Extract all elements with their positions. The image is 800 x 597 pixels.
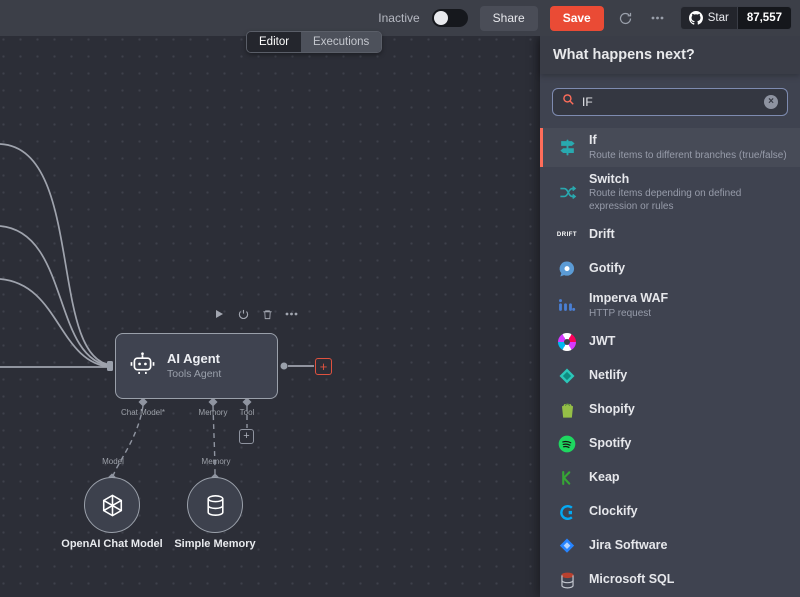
gotify-icon: [556, 258, 578, 280]
node-list: If Route items to different branches (tr…: [540, 126, 800, 597]
node-item-jwt[interactable]: JWT: [540, 325, 800, 359]
node-item-shopify[interactable]: Shopify: [540, 393, 800, 427]
drift-icon: DRIFT: [556, 224, 578, 246]
panel-title: What happens next?: [553, 47, 695, 63]
port-label-chat-model: Chat Model*: [103, 408, 183, 417]
trash-icon[interactable]: [260, 307, 274, 321]
active-toggle[interactable]: [432, 9, 468, 27]
ai-agent-node[interactable]: AI Agent Tools Agent: [115, 333, 278, 399]
node-item-gotify[interactable]: Gotify: [540, 252, 800, 286]
add-tool-button[interactable]: +: [239, 429, 254, 444]
agent-node-title: AI Agent: [167, 351, 221, 367]
shopify-icon: [556, 399, 578, 421]
toggle-knob: [434, 11, 448, 25]
share-button[interactable]: Share: [480, 6, 538, 31]
node-item-keap[interactable]: Keap: [540, 461, 800, 495]
if-icon: [556, 137, 578, 159]
simple-memory-node[interactable]: [187, 477, 243, 533]
node-item-switch[interactable]: Switch Route items depending on defined …: [540, 167, 800, 218]
link-label-memory: Memory: [186, 457, 246, 466]
github-star-button[interactable]: Star: [681, 7, 737, 29]
openai-chat-model-node[interactable]: [84, 477, 140, 533]
node-item-netlify[interactable]: Netlify: [540, 359, 800, 393]
add-next-node-button[interactable]: +: [315, 358, 332, 375]
node-item-microsoft-sql[interactable]: Microsoft SQL: [540, 563, 800, 597]
search-box: ×: [552, 88, 788, 116]
tab-editor[interactable]: Editor: [247, 32, 301, 52]
jwt-icon: [556, 331, 578, 353]
keap-icon: [556, 467, 578, 489]
clockify-icon: [556, 501, 578, 523]
microsoft-sql-icon: [556, 569, 578, 591]
node-toolbar: [212, 307, 298, 321]
node-item-jira-software[interactable]: Jira Software: [540, 529, 800, 563]
node-item-spotify[interactable]: Spotify: [540, 427, 800, 461]
memory-node-label: Simple Memory: [155, 538, 275, 550]
clear-search-icon[interactable]: ×: [764, 95, 778, 109]
node-picker-panel: What happens next? × If Route items to d…: [540, 36, 800, 597]
tab-executions[interactable]: Executions: [301, 32, 381, 52]
search-area: ×: [540, 74, 800, 126]
openai-icon: [99, 492, 126, 519]
workflow-status-label: Inactive: [378, 11, 419, 25]
agent-node-subtitle: Tools Agent: [167, 368, 221, 381]
search-icon: [562, 93, 575, 111]
robot-icon: [129, 350, 156, 382]
workflow-canvas[interactable]: AI Agent Tools Agent + + Chat Model* Mem…: [0, 36, 540, 597]
panel-header: What happens next?: [540, 36, 800, 74]
link-label-model: Model: [83, 457, 143, 466]
save-button[interactable]: Save: [550, 6, 604, 31]
power-icon[interactable]: [236, 307, 250, 321]
port-label-tool: Tool: [227, 408, 267, 417]
history-icon[interactable]: [616, 8, 636, 28]
view-tabs: Editor Executions: [246, 31, 382, 53]
jira-icon: [556, 535, 578, 557]
github-icon: [689, 11, 703, 25]
node-item-imperva-waf[interactable]: Imperva WAF HTTP request: [540, 286, 800, 325]
play-icon[interactable]: [212, 307, 226, 321]
netlify-icon: [556, 365, 578, 387]
spotify-icon: [556, 433, 578, 455]
search-input[interactable]: [582, 95, 757, 109]
top-bar: Inactive Share Save Star 87,557: [0, 0, 800, 36]
node-more-icon[interactable]: [284, 307, 298, 321]
node-item-clockify[interactable]: Clockify: [540, 495, 800, 529]
node-item-if[interactable]: If Route items to different branches (tr…: [540, 128, 800, 167]
node-item-drift[interactable]: DRIFT Drift: [540, 218, 800, 252]
more-options-icon[interactable]: [648, 8, 668, 28]
switch-icon: [556, 182, 578, 204]
imperva-waf-icon: [556, 294, 578, 316]
database-icon: [203, 493, 228, 518]
github-star-label: Star: [708, 12, 729, 24]
github-star-widget: Star 87,557: [680, 6, 792, 30]
github-star-count[interactable]: 87,557: [737, 7, 791, 29]
